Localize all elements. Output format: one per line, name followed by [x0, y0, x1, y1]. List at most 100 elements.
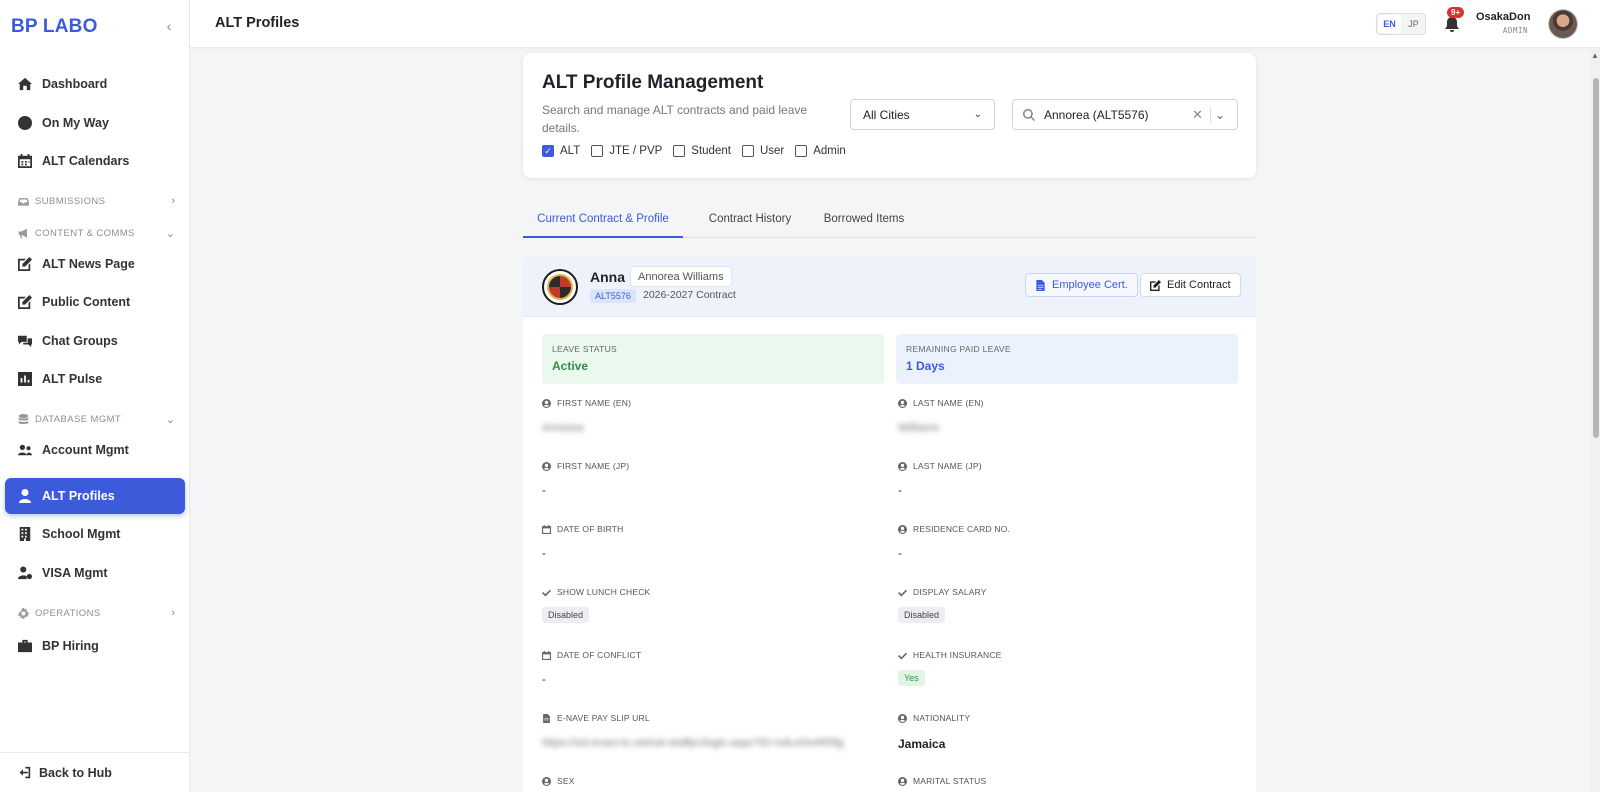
search-card: ALT Profile Management Search and manage… [523, 53, 1256, 178]
sidebar-item-account-mgmt[interactable]: Account Mgmt [5, 432, 185, 468]
sidebar-item-alt-news-page[interactable]: ALT News Page [5, 246, 185, 282]
sidebar-item-alt-pulse[interactable]: ALT Pulse [5, 361, 185, 397]
user-circle-icon [542, 398, 551, 408]
employee-cert-button[interactable]: Employee Cert. [1025, 273, 1138, 297]
sidebar-section-content-comms[interactable]: CONTENT & COMMS ⌄ [5, 222, 185, 244]
city-select-value: All Cities [863, 107, 910, 122]
field-pay-slip-url: E-NAVE PAY SLIP URL https://ssl.enavi-ts… [542, 713, 844, 749]
chevron-down-icon: ⌄ [165, 413, 175, 426]
user-circle-icon [898, 398, 907, 408]
file-icon [1035, 279, 1046, 291]
sidebar-item-school-mgmt[interactable]: School Mgmt [5, 516, 185, 552]
field-date-of-conflict: DATE OF CONFLICT - [542, 650, 642, 686]
lang-en-button[interactable]: EN [1378, 15, 1401, 33]
chevron-down-icon[interactable]: ⌄ [1215, 108, 1231, 122]
collapse-sidebar-button[interactable]: ‹ [162, 18, 176, 34]
sidebar-section-submissions[interactable]: SUBMISSIONS › [5, 190, 185, 212]
sidebar-section-operations[interactable]: OPERATIONS › [5, 602, 185, 624]
field-first-name-jp: FIRST NAME (JP) - [542, 461, 630, 497]
check-icon [898, 651, 907, 660]
search-card-description: Search and manage ALT contracts and paid… [542, 103, 808, 135]
tab-borrowed-items[interactable]: Borrowed Items [811, 207, 917, 238]
user-icon [18, 489, 32, 503]
profile-name: Anna [590, 269, 625, 285]
remaining-leave-box: REMAINING PAID LEAVE 1 Days [896, 334, 1238, 384]
organization-logo [542, 269, 578, 305]
sidebar-item-chat-groups[interactable]: Chat Groups [5, 323, 185, 359]
filter-alt-checkbox[interactable]: ✓ ALT [542, 145, 580, 157]
checkbox-icon [673, 145, 686, 157]
brand-logo[interactable]: BP LABO [11, 16, 98, 38]
check-icon [898, 588, 907, 597]
calendar-icon [18, 154, 32, 168]
clock-icon [18, 116, 32, 130]
avatar[interactable] [1548, 9, 1578, 39]
chart-icon [18, 372, 32, 386]
cog-icon [18, 607, 29, 619]
user-name[interactable]: OsakaDon [1476, 11, 1530, 23]
lang-jp-button[interactable]: JP [1402, 14, 1425, 34]
megaphone-icon [18, 228, 29, 239]
checkbox-icon [741, 145, 754, 157]
tab-current-contract[interactable]: Current Contract & Profile [523, 207, 683, 238]
home-icon [18, 77, 32, 91]
pay-slip-link[interactable]: https://ssl.enavi-ts.net/ssl-staffpc/log… [542, 737, 844, 749]
status-badge: Disabled [898, 607, 946, 623]
profile-tabs: Current Contract & Profile Contract Hist… [523, 207, 1256, 238]
sidebar-item-visa-mgmt[interactable]: VISA Mgmt [5, 555, 185, 591]
profile-contract: 2026-2027 Contract [643, 289, 736, 301]
checkbox-checked-icon: ✓ [542, 145, 554, 157]
chevron-down-icon: ⌄ [165, 227, 175, 240]
sidebar-item-alt-profiles[interactable]: ALT Profiles [5, 478, 185, 514]
sidebar-item-dashboard[interactable]: Dashboard [5, 66, 185, 102]
building-icon [18, 527, 32, 541]
sidebar: BP LABO ‹ Dashboard On My Way ALT Calend… [0, 0, 190, 792]
filter-admin-checkbox[interactable]: Admin [795, 145, 846, 157]
field-nationality: NATIONALITY Jamaica [898, 713, 971, 751]
profile-header: Anna Annorea Williams ALT5576 2026-2027 … [523, 257, 1256, 317]
edit-contract-button[interactable]: Edit Contract [1140, 273, 1241, 297]
search-divider [1210, 106, 1211, 123]
page-title: ALT Profiles [215, 15, 300, 31]
back-to-hub-button[interactable]: Back to Hub [0, 752, 190, 792]
chat-icon [18, 334, 32, 348]
edit-icon [18, 295, 32, 309]
user-cog-icon [18, 566, 32, 580]
leave-status-box: LEAVE STATUS Active [542, 334, 884, 384]
profile-search-input[interactable]: Annorea (ALT5576) ✕ ⌄ [1012, 99, 1238, 130]
field-last-name-jp: LAST NAME (JP) - [898, 461, 982, 497]
scrollbar-thumb[interactable] [1593, 78, 1599, 438]
chevron-right-icon: › [171, 195, 175, 207]
sidebar-item-bp-hiring[interactable]: BP Hiring [5, 628, 185, 664]
scroll-up-arrow-icon[interactable]: ▲ [1590, 50, 1600, 60]
edit-icon [18, 257, 32, 271]
filter-user-checkbox[interactable]: User [741, 145, 784, 157]
field-marital-status: MARITAL STATUS [898, 776, 1228, 786]
sidebar-item-alt-calendars[interactable]: ALT Calendars [5, 143, 185, 179]
field-display-salary: DISPLAY SALARY Disabled [898, 587, 1228, 623]
sidebar-item-on-my-way[interactable]: On My Way [5, 105, 185, 141]
sidebar-item-public-content[interactable]: Public Content [5, 284, 185, 320]
checkbox-icon [591, 145, 604, 157]
filter-student-checkbox[interactable]: Student [673, 145, 731, 157]
tab-contract-history[interactable]: Contract History [689, 207, 811, 238]
user-circle-icon [898, 713, 907, 723]
database-icon [18, 413, 29, 425]
chevron-right-icon: › [171, 607, 175, 619]
logo-emblem [547, 274, 573, 300]
briefcase-icon [18, 639, 32, 653]
language-toggle: EN JP [1376, 13, 1426, 35]
field-date-of-birth: DATE OF BIRTH - [542, 524, 624, 560]
users-icon [18, 443, 32, 457]
filter-jte-pvp-checkbox[interactable]: JTE / PVP [591, 145, 662, 157]
sidebar-section-database-mgmt[interactable]: DATABASE MGMT ⌄ [5, 408, 185, 430]
calendar-icon [542, 650, 551, 660]
profile-full-name: Annorea Williams [630, 266, 732, 287]
city-select[interactable]: All Cities ⌄ [850, 99, 995, 130]
field-first-name-en: FIRST NAME (EN) Annorea [542, 398, 632, 434]
user-circle-icon [898, 776, 907, 786]
calendar-icon [542, 524, 551, 534]
field-last-name-en: LAST NAME (EN) Williams [898, 398, 984, 434]
user-circle-icon [898, 524, 907, 534]
clear-icon[interactable]: ✕ [1192, 107, 1206, 123]
